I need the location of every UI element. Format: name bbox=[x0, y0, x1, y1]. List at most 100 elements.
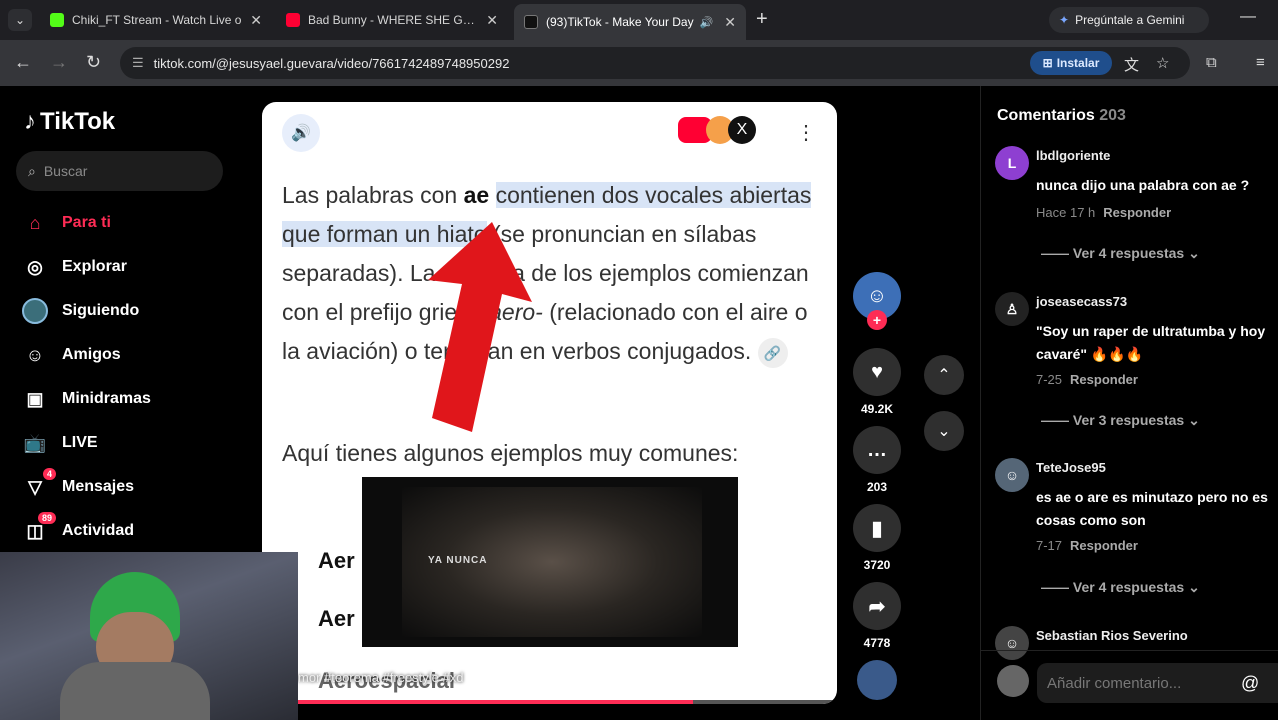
close-icon[interactable]: ✕ bbox=[716, 14, 736, 31]
tab-search-icon[interactable]: ⌄ bbox=[8, 9, 32, 31]
install-button[interactable]: ⊞ Instalar bbox=[1030, 51, 1112, 75]
tab-title: Bad Bunny - WHERE SHE GOES bbox=[308, 13, 479, 27]
nav-live[interactable]: 📺 LIVE bbox=[22, 427, 252, 459]
translate-icon[interactable]: 文 bbox=[1124, 54, 1139, 75]
brand-name: TikTok bbox=[40, 108, 116, 135]
message-icon: ▽ 4 bbox=[22, 468, 56, 500]
comments-title: Comentarios bbox=[997, 107, 1095, 124]
scroll-down-button[interactable]: ⌄ bbox=[924, 411, 964, 451]
tab-title: (93)TikTok - Make Your Day bbox=[546, 15, 694, 29]
url-text: tiktok.com/@jesusyael.guevara/video/7661… bbox=[153, 55, 510, 71]
comment-icon: … bbox=[853, 426, 901, 474]
search-input[interactable]: ⌕ Buscar bbox=[16, 151, 223, 191]
nav-label: Minidramas bbox=[62, 390, 151, 407]
avatar[interactable]: ♙ bbox=[995, 292, 1029, 326]
tiktok-logo[interactable]: ♪ TikTok bbox=[24, 108, 115, 136]
save-count: 3720 bbox=[863, 558, 891, 572]
view-replies-button[interactable]: —— Ver 4 respuestas ⌄ bbox=[1041, 579, 1200, 596]
inner-video-clip: YA NUNCA bbox=[362, 477, 738, 647]
nav-mensajes[interactable]: ▽ 4 Mensajes bbox=[22, 468, 252, 503]
tab-title: Chiki_FT Stream - Watch Live o bbox=[72, 13, 242, 27]
share-icon: ➦ bbox=[853, 582, 901, 630]
nav-explorar[interactable]: ◎ Explorar bbox=[22, 251, 252, 283]
bookmark-star-icon[interactable]: ☆ bbox=[1156, 54, 1169, 72]
avatar[interactable]: L bbox=[995, 146, 1029, 180]
close-icon[interactable]: ✕ bbox=[242, 12, 262, 29]
clip-caption: YA NUNCA bbox=[428, 555, 488, 566]
music-disc[interactable] bbox=[852, 660, 902, 706]
comment-user[interactable]: Sebastian Rios Severino bbox=[1036, 628, 1188, 643]
comment-meta: Hace 17 h Responder bbox=[1036, 205, 1171, 220]
extensions-icon[interactable]: ⧉ bbox=[1206, 54, 1217, 71]
scroll-up-button[interactable]: ⌃ bbox=[924, 355, 964, 395]
forward-icon[interactable]: → bbox=[50, 52, 68, 73]
menu-icon[interactable]: ≡ bbox=[1256, 54, 1265, 71]
video-paragraph: Las palabras con ae contienen dos vocale… bbox=[282, 176, 822, 371]
nav-label: LIVE bbox=[62, 434, 98, 451]
speaker-icon[interactable]: 🔊 bbox=[282, 114, 320, 152]
install-icon: ⊞ bbox=[1042, 56, 1053, 70]
nav-minidramas[interactable]: ▣ Minidramas bbox=[22, 383, 252, 415]
reply-button[interactable]: Responder bbox=[1070, 538, 1138, 553]
new-tab-icon[interactable]: + bbox=[756, 8, 768, 31]
tab-tiktok[interactable]: (93)TikTok - Make Your Day 🔊 ✕ bbox=[514, 4, 746, 40]
text-segment: Las palabras con bbox=[282, 182, 464, 208]
more-options-icon[interactable]: ⋮ bbox=[796, 120, 816, 145]
comments-panel: Comentarios 203 L lbdlgoriente nunca dij… bbox=[980, 86, 1278, 720]
close-icon[interactable]: ✕ bbox=[478, 12, 498, 29]
comments-count: 203 bbox=[1099, 107, 1126, 124]
view-replies-button[interactable]: —— Ver 4 respuestas ⌄ bbox=[1041, 245, 1200, 262]
friends-icon: ☺ bbox=[25, 344, 45, 365]
search-placeholder: Buscar bbox=[43, 163, 88, 179]
reply-button[interactable]: Responder bbox=[1103, 205, 1171, 220]
youtube-favicon-icon bbox=[286, 13, 300, 27]
comment-user[interactable]: joseasecass73 bbox=[1036, 294, 1127, 309]
following-icon bbox=[22, 298, 48, 324]
video-caption: mor #teorema #freestyle #xd bbox=[298, 670, 464, 685]
gemini-button[interactable]: ✦ Pregúntale a Gemini bbox=[1049, 7, 1209, 33]
nav-siguiendo[interactable]: Siguiendo bbox=[22, 295, 252, 327]
activity-icon: ◫ 89 bbox=[22, 512, 56, 544]
comment-text: es ae o are es minutazo pero no es cosas… bbox=[1036, 489, 1268, 528]
replies-label: Ver 4 respuestas bbox=[1072, 245, 1185, 261]
browser-tab-bar: ⌄ Chiki_FT Stream - Watch Live o ✕ Bad B… bbox=[0, 0, 1278, 40]
gemini-label: Pregúntale a Gemini bbox=[1075, 13, 1185, 27]
nav-para-ti[interactable]: ⌂ Para ti bbox=[22, 207, 252, 239]
back-icon[interactable]: ← bbox=[14, 52, 32, 73]
link-icon[interactable]: 🔗 bbox=[757, 337, 788, 368]
comment-text: nunca dijo una palabra con ae ? bbox=[1036, 177, 1250, 193]
bold-term: ae bbox=[463, 182, 490, 208]
bookmark-icon: ▮ bbox=[853, 504, 901, 552]
view-replies-button[interactable]: —— Ver 3 respuestas ⌄ bbox=[1041, 412, 1200, 429]
site-info-icon[interactable]: ☰ bbox=[132, 55, 144, 71]
reply-button[interactable]: Responder bbox=[1070, 372, 1138, 387]
comment-meta: 7-17 Responder bbox=[1036, 538, 1138, 553]
kick-favicon-icon bbox=[50, 13, 64, 27]
save-button[interactable]: ▮ 3720 bbox=[852, 504, 902, 572]
reload-icon[interactable]: ↻ bbox=[86, 52, 101, 73]
tiktok-note-icon: ♪ bbox=[24, 108, 36, 135]
nav-amigos[interactable]: ☺ Amigos bbox=[22, 339, 252, 371]
mention-icon[interactable]: @ bbox=[1241, 673, 1259, 694]
tab-youtube[interactable]: Bad Bunny - WHERE SHE GOES ✕ bbox=[276, 6, 508, 34]
avatar[interactable]: ☺ bbox=[995, 458, 1029, 492]
follow-plus-icon[interactable]: + bbox=[867, 310, 887, 330]
minimize-icon[interactable]: — bbox=[1240, 8, 1256, 26]
comment-user[interactable]: lbdlgoriente bbox=[1036, 148, 1110, 163]
nav-label: Para ti bbox=[62, 214, 111, 231]
tab-kick[interactable]: Chiki_FT Stream - Watch Live o ✕ bbox=[40, 6, 272, 34]
film-icon: ▣ bbox=[26, 388, 44, 409]
comment-button[interactable]: … 203 bbox=[852, 426, 902, 494]
nav-actividad[interactable]: ◫ 89 Actividad bbox=[22, 512, 252, 547]
comment-time: 7-25 bbox=[1036, 372, 1063, 387]
install-label: Instalar bbox=[1056, 56, 1100, 70]
like-button[interactable]: ♥ 49.2K bbox=[852, 348, 902, 416]
comment-user[interactable]: TeteJose95 bbox=[1036, 460, 1106, 475]
comment-meta: 7-25 Responder bbox=[1036, 372, 1138, 387]
video-player[interactable]: 🔊 X ⋮ Las palabras con ae contienen dos … bbox=[262, 102, 837, 704]
progress-bar[interactable] bbox=[262, 700, 837, 704]
speaker-icon[interactable]: 🔊 bbox=[700, 16, 714, 29]
comment-count: 203 bbox=[866, 480, 888, 494]
share-button[interactable]: ➦ 4778 bbox=[852, 582, 902, 650]
nav-label: Actividad bbox=[62, 522, 135, 539]
